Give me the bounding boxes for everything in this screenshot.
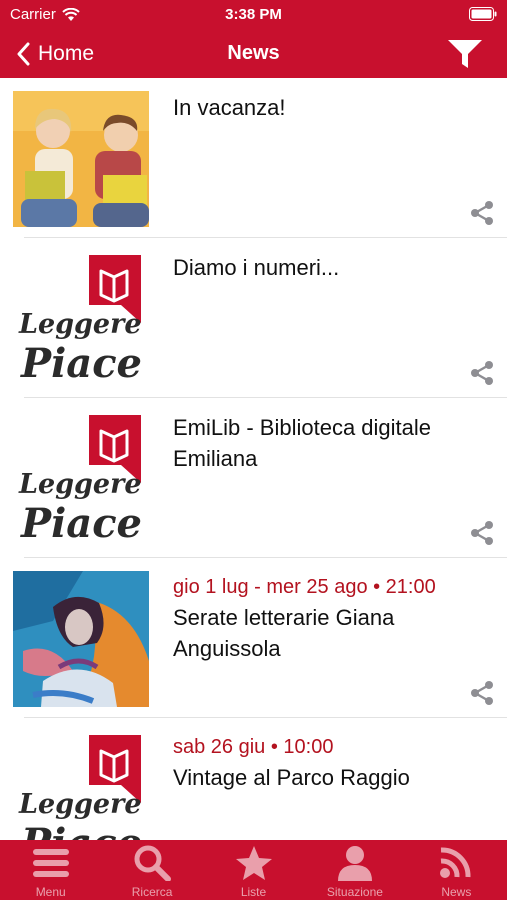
page-title: News — [227, 42, 280, 64]
leggere-piace-logo: Leggere Piace — [13, 731, 149, 840]
news-title: In vacanza! — [173, 95, 286, 120]
news-text: sab 26 giu • 10:00 Vintage al Parco Ragg… — [173, 732, 489, 793]
user-icon — [337, 846, 372, 881]
news-image-portrait-artwork — [13, 571, 149, 707]
status-bar: Carrier 3:38 PM — [0, 0, 507, 30]
leggere-piace-logo: Leggere Piace — [13, 411, 149, 547]
logo-text-leggere: Leggere — [18, 309, 142, 340]
share-icon[interactable] — [469, 680, 495, 706]
clock: 3:38 PM — [225, 6, 282, 23]
star-icon — [235, 846, 272, 880]
tab-label: News — [441, 885, 472, 899]
leggere-piace-logo: Leggere Piace — [13, 251, 149, 387]
tab-bar: Menu Ricerca Liste Situazione News — [0, 840, 507, 900]
rss-icon — [440, 847, 471, 878]
news-item[interactable]: Leggere Piace Diamo i numeri... — [0, 238, 507, 398]
news-text: EmiLib - Biblioteca digitale Emiliana — [173, 412, 489, 474]
news-item[interactable]: Leggere Piace sab 26 giu • 10:00 Vintage… — [0, 718, 507, 840]
tab-news[interactable]: News — [406, 840, 507, 900]
share-icon[interactable] — [469, 360, 495, 386]
tab-label: Liste — [240, 885, 267, 899]
logo-text-leggere: Leggere — [18, 789, 142, 820]
news-list[interactable]: In vacanza! Leggere Piace Diamo i numeri… — [0, 78, 507, 840]
news-text: In vacanza! — [173, 92, 489, 123]
news-date: gio 1 lug - mer 25 ago • 21:00 — [173, 576, 436, 598]
news-item[interactable]: Leggere Piace EmiLib - Biblioteca digita… — [0, 398, 507, 558]
news-title: Serate letterarie Giana Anguissola — [173, 605, 395, 661]
share-icon[interactable] — [469, 520, 495, 546]
filter-icon[interactable] — [447, 39, 483, 69]
tab-situazione[interactable]: Situazione — [304, 840, 405, 900]
tab-label: Menu — [35, 885, 66, 899]
menu-icon — [32, 849, 69, 877]
tab-label: Ricerca — [131, 885, 173, 899]
news-text: Diamo i numeri... — [173, 252, 489, 283]
tab-menu[interactable]: Menu — [0, 840, 101, 900]
news-item[interactable]: In vacanza! — [0, 78, 507, 238]
tab-liste[interactable]: Liste — [203, 840, 304, 900]
logo-text-piace: Piace — [20, 820, 142, 840]
news-title: EmiLib - Biblioteca digitale Emiliana — [173, 415, 432, 471]
logo-text-piace: Piace — [20, 340, 142, 387]
logo-text-leggere: Leggere — [18, 469, 142, 500]
news-title: Vintage al Parco Raggio — [173, 765, 410, 790]
news-image-children-reading — [13, 91, 149, 227]
news-item[interactable]: gio 1 lug - mer 25 ago • 21:00 Serate le… — [0, 558, 507, 718]
logo-text-piace: Piace — [20, 500, 142, 547]
news-title: Diamo i numeri... — [173, 255, 340, 280]
news-text: gio 1 lug - mer 25 ago • 21:00 Serate le… — [173, 572, 489, 664]
tab-ricerca[interactable]: Ricerca — [101, 840, 202, 900]
battery-icon — [469, 7, 497, 21]
tab-label: Situazione — [326, 885, 383, 899]
news-date: sab 26 giu • 10:00 — [173, 736, 334, 758]
share-icon[interactable] — [469, 200, 495, 226]
navigation-bar: Home News — [0, 30, 507, 78]
search-icon — [134, 845, 172, 881]
